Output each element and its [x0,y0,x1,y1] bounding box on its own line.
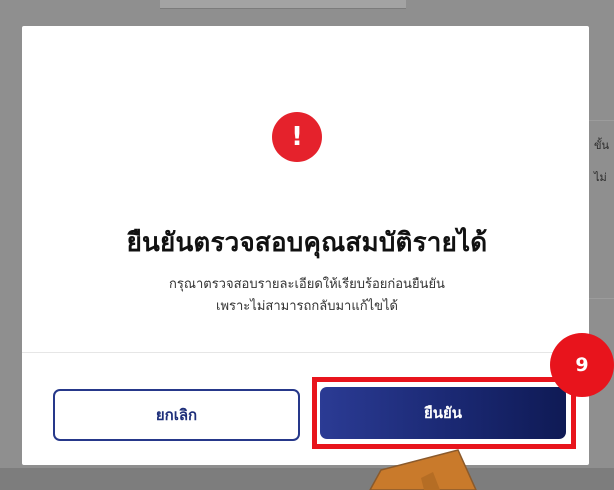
pointer-arrow-icon [369,449,477,490]
